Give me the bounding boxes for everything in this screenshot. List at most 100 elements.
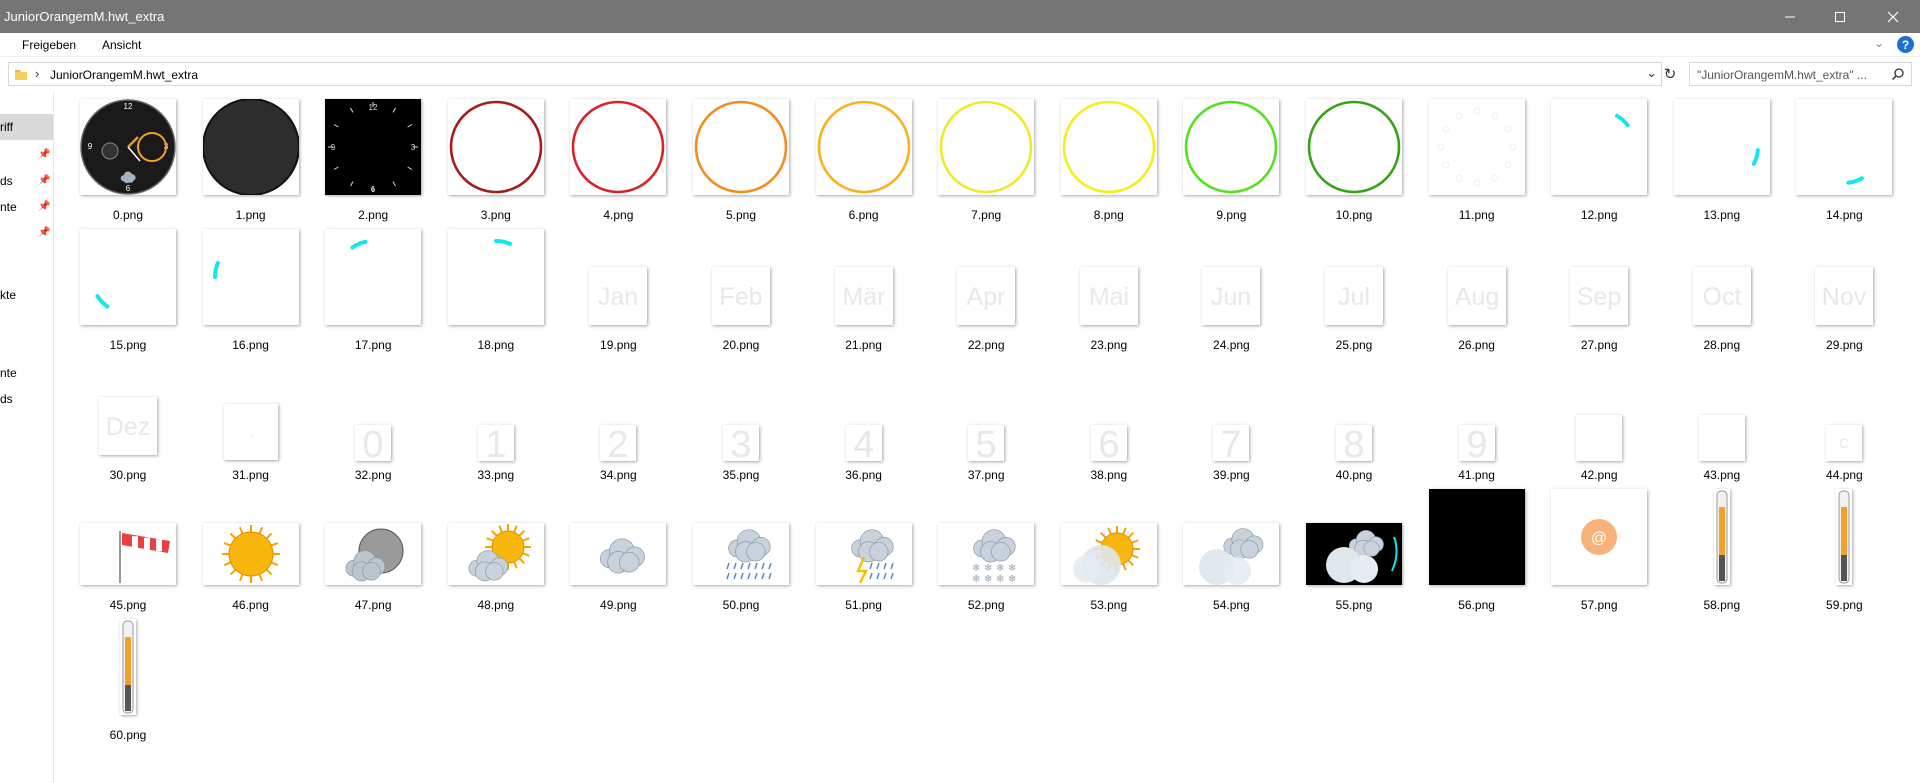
file-tile[interactable]: 39.png 7 — [1170, 357, 1292, 487]
nav-item[interactable]: ds — [0, 392, 13, 406]
nav-item[interactable]: ds — [0, 174, 13, 188]
file-tile[interactable]: 60.png — [67, 617, 189, 747]
file-tile[interactable]: 35.png 3 — [680, 357, 802, 487]
thumbnail-image — [212, 260, 220, 279]
file-tile[interactable]: 26.png Aug — [1416, 227, 1538, 357]
file-tile[interactable]: 55.png — [1293, 487, 1415, 617]
file-tile[interactable]: 27.png Sep — [1538, 227, 1660, 357]
thumbnail: Apr — [957, 267, 1016, 325]
thumbnail — [815, 523, 912, 585]
file-name: 20.png — [722, 338, 760, 352]
file-tile[interactable]: 41.png 9 — [1416, 357, 1538, 487]
thumbnail-text: 9 — [1466, 425, 1487, 461]
file-tile[interactable]: 10.png — [1293, 97, 1415, 227]
breadcrumb-chevron-icon[interactable]: › — [35, 66, 39, 81]
file-tile[interactable]: 36.png 4 — [803, 357, 925, 487]
refresh-icon[interactable]: ↻ — [1660, 62, 1680, 86]
thumbnail-image — [1716, 490, 1728, 584]
thumbnail: 12 3 9 6 — [325, 99, 422, 195]
breadcrumb-path[interactable]: JuniorOrangemM.hwt_extra — [50, 68, 198, 82]
file-tile[interactable]: 53.png — [1048, 487, 1170, 617]
file-name: 9.png — [1216, 208, 1247, 222]
search-placeholder: "JuniorOrangemM.hwt_extra" ... — [1697, 68, 1867, 82]
file-tile[interactable]: 28.png Oct — [1661, 227, 1783, 357]
file-tile[interactable]: 2.png 12 3 9 6 — [312, 97, 434, 227]
file-tile[interactable]: 21.png Mär — [803, 227, 925, 357]
file-tile[interactable]: 3.png — [435, 97, 557, 227]
file-tile[interactable]: 52.png ❄ ❄ ❄ ❄ ❄ ❄ ❄ ❄ — [925, 487, 1047, 617]
file-tile[interactable]: 24.png Jun — [1170, 227, 1292, 357]
file-tile[interactable]: 17.png — [312, 227, 434, 357]
file-name: 56.png — [1458, 598, 1495, 612]
file-tile[interactable]: 12.png — [1538, 97, 1660, 227]
file-tile[interactable]: 57.png @ — [1538, 487, 1660, 617]
file-tile[interactable]: 49.png — [557, 487, 679, 617]
file-tile[interactable]: 54.png — [1170, 487, 1292, 617]
address-bar[interactable]: › JuniorOrangemM.hwt_extra ⌄ — [8, 62, 1662, 86]
file-tile[interactable]: 16.png — [190, 227, 312, 357]
file-tile[interactable]: 5.png — [680, 97, 802, 227]
file-tile[interactable]: 59.png — [1783, 487, 1905, 617]
file-tile[interactable]: 23.png Mai — [1048, 227, 1170, 357]
file-tile[interactable]: 29.png Nov — [1783, 227, 1905, 357]
file-tile[interactable]: 31.png. — [190, 357, 312, 487]
file-tile[interactable]: 40.png 8 — [1293, 357, 1415, 487]
file-tile[interactable]: 30.png Dez — [67, 357, 189, 487]
file-tile[interactable]: 48.png — [435, 487, 557, 617]
file-tile[interactable]: 18.png — [435, 227, 557, 357]
file-tile[interactable]: 15.png — [67, 227, 189, 357]
file-tile[interactable]: 46.png — [190, 487, 312, 617]
thumbnail: 3 — [723, 424, 759, 466]
search-box[interactable]: "JuniorOrangemM.hwt_extra" ... — [1689, 62, 1912, 86]
nav-item[interactable]: kte — [0, 288, 16, 302]
thumbnail-image — [694, 100, 788, 194]
thumbnail-image — [1846, 176, 1865, 185]
file-tile[interactable]: 34.png 2 — [557, 357, 679, 487]
minimize-button[interactable] — [1767, 0, 1813, 33]
tab-ansicht[interactable]: Ansicht — [102, 38, 141, 52]
file-tile[interactable]: 44.png C — [1783, 357, 1905, 487]
nav-item[interactable]: riff — [0, 120, 13, 134]
file-tile[interactable]: 0.png 12 3 9 6 — [67, 97, 189, 227]
file-tile[interactable]: 13.png — [1661, 97, 1783, 227]
file-tile[interactable]: 37.png 5 — [925, 357, 1047, 487]
help-icon[interactable]: ? — [1897, 36, 1914, 53]
file-tile[interactable]: 9.png — [1170, 97, 1292, 227]
file-tile[interactable]: 8.png — [1048, 97, 1170, 227]
file-tile[interactable]: 19.png Jan — [557, 227, 679, 357]
file-tile[interactable]: 32.png 0 — [312, 357, 434, 487]
file-tile[interactable]: 33.png 1 — [435, 357, 557, 487]
maximize-button[interactable] — [1817, 0, 1863, 33]
nav-item[interactable]: nte — [0, 200, 17, 214]
file-tile[interactable]: 6.png — [803, 97, 925, 227]
file-tile[interactable]: 22.png Apr — [925, 227, 1047, 357]
file-tile[interactable]: 45.png — [67, 487, 189, 617]
nav-item[interactable]: nte — [0, 366, 17, 380]
file-tile[interactable]: 58.png — [1661, 487, 1783, 617]
file-tile[interactable]: 38.png 6 — [1048, 357, 1170, 487]
scrollbar[interactable] — [1906, 91, 1920, 783]
thumbnail-image — [1185, 100, 1278, 194]
file-tile[interactable]: 1.png — [190, 97, 312, 227]
file-tile[interactable]: 56.png — [1416, 487, 1538, 617]
file-tile[interactable]: 14.png — [1783, 97, 1905, 227]
file-tile[interactable]: 7.png — [925, 97, 1047, 227]
file-tile[interactable]: 20.png Feb — [680, 227, 802, 357]
thumbnail-image: . — [249, 424, 253, 440]
address-dropdown-icon[interactable]: ⌄ — [1646, 65, 1657, 81]
tab-freigeben[interactable]: Freigeben — [22, 38, 76, 52]
file-tile[interactable]: 51.png — [803, 487, 925, 617]
thumbnail-text: 5 — [976, 425, 997, 461]
file-tile[interactable]: 47.png — [312, 487, 434, 617]
file-tile[interactable]: 42.png — [1538, 357, 1660, 487]
ribbon-expand-chevron-icon[interactable]: ⌄ — [1874, 36, 1884, 50]
file-tile[interactable]: 25.png Jul — [1293, 227, 1415, 357]
file-tile[interactable]: 43.png — [1661, 357, 1783, 487]
file-tile[interactable]: 50.png — [680, 487, 802, 617]
file-tile[interactable]: 11.png — [1416, 97, 1538, 227]
thumbnail-text: 2 — [608, 425, 629, 461]
thumbnail-image: 8 — [1343, 424, 1364, 466]
close-button[interactable] — [1870, 0, 1916, 33]
thumbnail-image: Aug — [1454, 283, 1498, 311]
file-tile[interactable]: 4.png — [557, 97, 679, 227]
